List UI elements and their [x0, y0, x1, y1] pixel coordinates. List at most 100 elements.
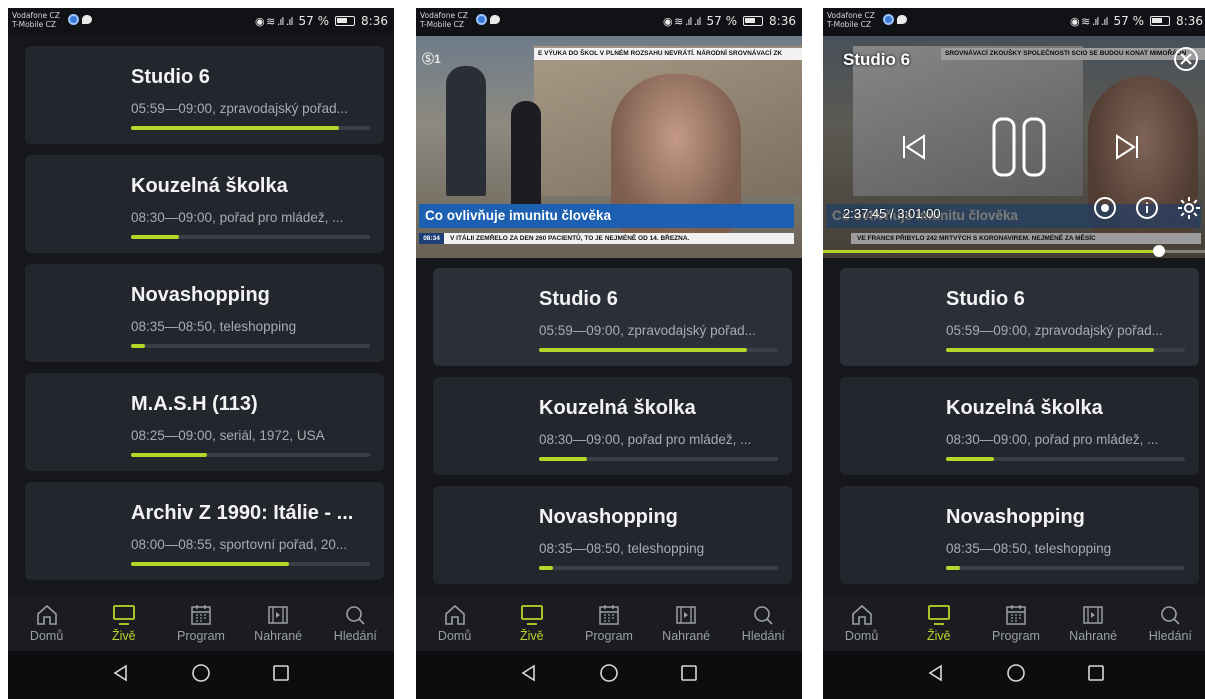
home-circle-icon[interactable] — [1006, 663, 1026, 688]
back-icon[interactable] — [926, 663, 946, 688]
program-subtitle: 08:30—09:00, pořad pro mládež, ... — [539, 432, 752, 447]
skip-back-icon[interactable] — [898, 132, 928, 167]
recorded-icon — [653, 603, 719, 627]
nav-label: Domů — [29, 629, 64, 643]
program-card[interactable]: Studio 6 05:59—09:00, zpravodajský pořad… — [433, 268, 792, 366]
program-list: Studio 6 05:59—09:00, zpravodajský pořad… — [25, 46, 384, 591]
channel-logo: Ⓢ1 — [422, 52, 441, 66]
home-icon — [422, 603, 488, 627]
video-frame — [446, 66, 486, 196]
program-title: Kouzelná školka — [131, 175, 288, 197]
progress-fill — [539, 566, 554, 570]
nav-item-calendar[interactable]: Program — [168, 603, 234, 643]
nav-item-recorded[interactable]: Nahrané — [245, 603, 311, 643]
settings-icon[interactable] — [1177, 196, 1201, 225]
nav-label: Hledání — [333, 629, 377, 643]
close-icon[interactable] — [1173, 46, 1199, 77]
pause-button[interactable] — [991, 116, 1047, 183]
program-list: Studio 6 05:59—09:00, zpravodajský pořad… — [433, 268, 792, 595]
home-icon — [14, 603, 80, 627]
progress-fill — [539, 348, 747, 352]
nav-label: Živě — [519, 629, 544, 643]
program-card[interactable]: Kouzelná školka 08:30—09:00, pořad pro m… — [433, 377, 792, 475]
nav-item-search[interactable]: Hledání — [730, 603, 796, 643]
home-circle-icon[interactable] — [191, 663, 211, 688]
program-subtitle: 08:30—09:00, pořad pro mládež, ... — [131, 210, 344, 225]
seek-bar[interactable] — [823, 250, 1205, 253]
program-title: Kouzelná školka — [946, 397, 1103, 419]
program-subtitle: 08:25—09:00, seriál, 1972, USA — [131, 428, 325, 443]
program-card[interactable]: Studio 6 05:59—09:00, zpravodajský pořad… — [840, 268, 1199, 366]
nav-item-tv[interactable]: Živě — [91, 603, 157, 643]
bottom-navigation: Domů Živě Program Nahrané Hledání — [823, 596, 1205, 651]
recents-icon[interactable] — [1086, 663, 1106, 688]
program-card[interactable]: Novashopping 08:35—08:50, teleshopping — [25, 264, 384, 362]
nav-item-home[interactable]: Domů — [422, 603, 488, 643]
message-icon — [82, 15, 92, 24]
clock: 8:36 — [1176, 14, 1203, 28]
clock: 8:36 — [361, 14, 388, 28]
program-card[interactable]: Novashopping 08:35—08:50, teleshopping — [840, 486, 1199, 584]
battery-icon — [743, 16, 764, 26]
program-card[interactable]: M.A.S.H (113) 08:25—09:00, seriál, 1972,… — [25, 373, 384, 471]
program-list: Studio 6 05:59—09:00, zpravodajský pořad… — [840, 268, 1199, 595]
nav-item-recorded[interactable]: Nahrané — [653, 603, 719, 643]
program-title: Archiv Z 1990: Itálie - ... — [131, 502, 354, 524]
program-card[interactable]: Archiv Z 1990: Itálie - ... 08:00—08:55,… — [25, 482, 384, 580]
nav-label: Nahrané — [254, 629, 303, 643]
search-icon — [322, 603, 388, 627]
message-icon — [897, 15, 907, 24]
clock: 8:36 — [769, 14, 796, 28]
app-notification-icon — [476, 14, 487, 25]
video-player[interactable]: SROVNÁVACÍ ZKOUŠKY SPOLEČNOSTI SCIO SE B… — [823, 36, 1205, 258]
progress-fill — [946, 566, 961, 570]
nav-item-calendar[interactable]: Program — [983, 603, 1049, 643]
nav-item-tv[interactable]: Živě — [906, 603, 972, 643]
progress-fill — [539, 457, 587, 461]
nav-item-search[interactable]: Hledání — [1137, 603, 1203, 643]
skip-forward-icon[interactable] — [1113, 132, 1143, 167]
program-card[interactable]: Kouzelná školka 08:30—09:00, pořad pro m… — [25, 155, 384, 253]
home-icon — [829, 603, 895, 627]
program-card[interactable]: Kouzelná školka 08:30—09:00, pořad pro m… — [840, 377, 1199, 475]
progress-bar — [539, 457, 778, 461]
progress-bar — [131, 344, 370, 348]
back-icon[interactable] — [519, 663, 539, 688]
nav-item-calendar[interactable]: Program — [576, 603, 642, 643]
nav-label: Program — [177, 629, 225, 643]
progress-fill — [131, 126, 339, 130]
calendar-icon — [168, 603, 234, 627]
nav-item-home[interactable]: Domů — [14, 603, 80, 643]
seek-handle[interactable] — [1152, 245, 1165, 257]
recents-icon[interactable] — [679, 663, 699, 688]
nav-label: Nahrané — [1069, 629, 1118, 643]
record-icon[interactable] — [1093, 196, 1117, 225]
program-subtitle: 08:30—09:00, pořad pro mládež, ... — [946, 432, 1159, 447]
system-navigation — [8, 651, 394, 699]
program-card[interactable]: Novashopping 08:35—08:50, teleshopping — [433, 486, 792, 584]
nav-item-search[interactable]: Hledání — [322, 603, 388, 643]
nav-label: Hledání — [741, 629, 785, 643]
progress-fill — [131, 453, 208, 457]
program-title: M.A.S.H (113) — [131, 393, 258, 415]
nav-item-tv[interactable]: Živě — [499, 603, 565, 643]
battery-percent: 57 % — [1113, 14, 1145, 28]
recents-icon[interactable] — [271, 663, 291, 688]
nav-item-recorded[interactable]: Nahrané — [1060, 603, 1126, 643]
signal-icon: ◉ ≋ .ıl .ıl — [255, 14, 294, 28]
home-circle-icon[interactable] — [599, 663, 619, 688]
program-card[interactable]: Studio 6 05:59—09:00, zpravodajský pořad… — [25, 46, 384, 144]
nav-label: Domů — [437, 629, 472, 643]
video-player[interactable]: Ⓢ1 E VÝUKA DO ŠKOL V PLNÉM ROZSAHU NEVRÁ… — [416, 36, 802, 258]
tv-icon — [906, 603, 972, 627]
program-title: Studio 6 — [539, 288, 618, 310]
bottom-navigation: Domů Živě Program Nahrané Hledání — [416, 596, 802, 651]
ticker-time: 08:34 — [419, 233, 444, 244]
recorded-icon — [245, 603, 311, 627]
program-subtitle: 08:35—08:50, teleshopping — [131, 319, 297, 334]
back-icon[interactable] — [111, 663, 131, 688]
info-icon[interactable] — [1135, 196, 1159, 225]
nav-item-home[interactable]: Domů — [829, 603, 895, 643]
battery-icon — [1150, 16, 1171, 26]
signal-icon: ◉ ≋ .ıl .ıl — [1070, 14, 1109, 28]
